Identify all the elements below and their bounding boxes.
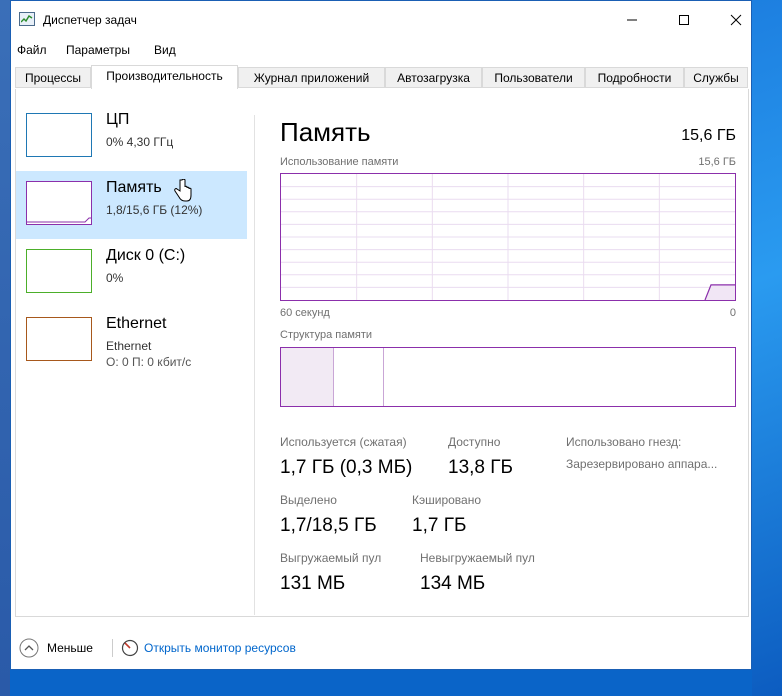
maximize-button[interactable]	[661, 1, 707, 39]
task-manager-window: Диспетчер задач Файл Параметры Вид Проце…	[10, 0, 752, 670]
desktop-background	[0, 0, 10, 696]
memory-composition-bar	[280, 347, 736, 407]
page-title: Память	[280, 117, 371, 147]
cpu-thumbnail-graph	[26, 113, 92, 157]
composition-in-use	[281, 348, 334, 406]
fewer-details-label[interactable]: Меньше	[47, 641, 93, 655]
performance-panel: ЦП 0% 4,30 ГГц Память 1,8/15,6 ГБ (12%) …	[15, 89, 749, 617]
close-button[interactable]	[713, 1, 759, 39]
slots-label: Использовано гнезд:	[566, 435, 682, 449]
task-manager-icon	[19, 12, 35, 26]
tab-performance[interactable]: Производительность	[91, 65, 238, 90]
memory-thumbnail-graph	[26, 181, 92, 225]
tab-processes[interactable]: Процессы	[15, 67, 91, 88]
title-bar[interactable]: Диспетчер задач	[11, 1, 751, 39]
cached-value: 1,7 ГБ	[412, 515, 467, 536]
sidebar-item-memory[interactable]: Память 1,8/15,6 ГБ (12%)	[16, 171, 247, 239]
minimize-button[interactable]	[609, 1, 655, 39]
tab-users[interactable]: Пользователи	[482, 67, 585, 88]
tab-details[interactable]: Подробности	[585, 67, 684, 88]
cached-label: Кэшировано	[412, 493, 482, 507]
close-icon	[730, 14, 742, 26]
window-title: Диспетчер задач	[43, 13, 137, 27]
sidebar-item-detail: Ethernet	[106, 339, 152, 353]
nonpaged-pool-label: Невыгружаемый пул	[420, 551, 535, 565]
resource-monitor-icon	[121, 639, 139, 657]
committed-value: 1,7/18,5 ГБ	[280, 515, 377, 536]
reserved-label: Зарезервировано аппара...	[566, 457, 718, 471]
sidebar-item-throughput: О: 0 П: 0 кбит/с	[106, 355, 192, 369]
available-label: Доступно	[448, 435, 501, 449]
memory-usage-graph	[280, 173, 736, 301]
sidebar-item-detail: 1,8/15,6 ГБ (12%)	[106, 203, 203, 217]
composition-label: Структура памяти	[280, 329, 373, 341]
tab-services[interactable]: Службы	[684, 67, 748, 88]
disk-thumbnail-graph	[26, 249, 92, 293]
sidebar-item-detail: 0%	[106, 271, 124, 285]
memory-total: 15,6 ГБ	[681, 127, 736, 144]
paged-pool-value: 131 МБ	[280, 573, 346, 594]
chevron-up-icon	[19, 638, 39, 658]
sidebar-divider	[254, 115, 255, 615]
tab-app-history[interactable]: Журнал приложений	[238, 67, 385, 88]
usage-graph-max: 15,6 ГБ	[698, 156, 736, 168]
desktop-wallpaper	[752, 0, 782, 696]
usage-graph-label: Использование памяти	[280, 156, 399, 168]
sidebar-item-title: Диск 0 (C:)	[106, 247, 186, 264]
menu-file[interactable]: Файл	[17, 43, 47, 57]
graph-time-right: 0	[729, 307, 736, 319]
menu-bar: Файл Параметры Вид	[11, 39, 751, 61]
sidebar-item-title: Память	[106, 179, 162, 196]
tab-strip: Процессы Производительность Журнал прило…	[15, 65, 749, 90]
available-value: 13,8 ГБ	[448, 457, 514, 478]
sidebar-item-title: ЦП	[106, 111, 130, 128]
footer-divider	[112, 639, 113, 657]
ethernet-thumbnail-graph	[26, 317, 92, 361]
sidebar-item-ethernet[interactable]: Ethernet Ethernet О: 0 П: 0 кбит/с	[16, 307, 247, 375]
maximize-icon	[679, 15, 689, 25]
menu-options[interactable]: Параметры	[66, 43, 130, 57]
in-use-value: 1,7 ГБ (0,3 МБ)	[280, 457, 413, 478]
usage-graph-canvas	[281, 174, 735, 300]
hand-cursor-icon	[174, 179, 192, 202]
sidebar-item-detail: 0% 4,30 ГГц	[106, 135, 174, 149]
sidebar-item-disk[interactable]: Диск 0 (C:) 0%	[16, 239, 247, 307]
sidebar-item-cpu[interactable]: ЦП 0% 4,30 ГГц	[16, 103, 247, 171]
nonpaged-pool-value: 134 МБ	[420, 573, 486, 594]
sidebar-item-title: Ethernet	[106, 315, 167, 332]
footer-bar: Меньше Открыть монитор ресурсов	[11, 629, 751, 667]
tab-startup[interactable]: Автозагрузка	[385, 67, 482, 88]
fewer-details-button[interactable]	[19, 638, 39, 658]
paged-pool-label: Выгружаемый пул	[280, 551, 382, 565]
open-resource-monitor-link[interactable]: Открыть монитор ресурсов	[144, 641, 296, 655]
menu-view[interactable]: Вид	[154, 43, 176, 57]
in-use-label: Используется (сжатая)	[280, 435, 407, 449]
committed-label: Выделено	[280, 493, 337, 507]
graph-time-left: 60 секунд	[280, 307, 330, 319]
composition-cached	[335, 348, 384, 406]
minimize-icon	[627, 19, 637, 21]
